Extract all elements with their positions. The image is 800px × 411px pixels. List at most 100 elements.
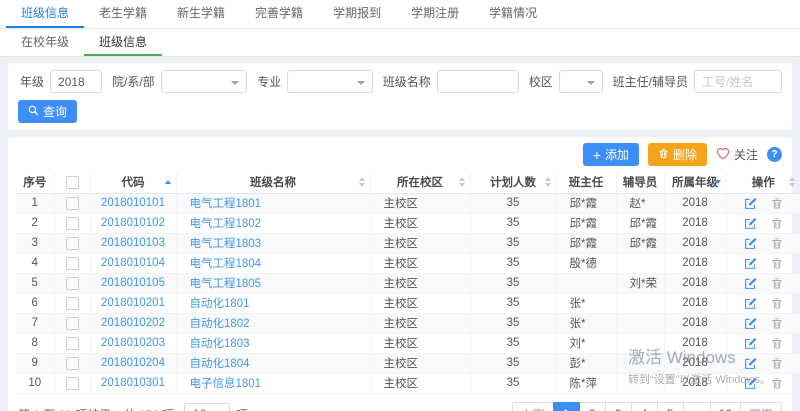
row-code-link[interactable]: 2018010105 xyxy=(101,277,165,289)
row-head-teacher: 殷*德 xyxy=(556,253,616,273)
row-planned-count: 35 xyxy=(470,373,556,393)
row-checkbox[interactable] xyxy=(66,297,79,310)
edit-icon[interactable] xyxy=(744,317,757,330)
follow-button[interactable]: 关注 xyxy=(716,146,758,163)
row-checkbox[interactable] xyxy=(66,237,79,250)
query-button[interactable]: 查询 xyxy=(18,100,77,123)
year-input[interactable] xyxy=(50,70,102,93)
teacher-input[interactable] xyxy=(694,70,782,93)
row-name-link[interactable]: 电子信息1801 xyxy=(190,378,262,390)
row-name-link[interactable]: 自动化1801 xyxy=(190,298,250,310)
edit-icon[interactable] xyxy=(744,197,757,210)
next-page-button[interactable]: 下页 xyxy=(740,402,782,411)
row-checkbox[interactable] xyxy=(66,357,79,370)
delete-row-icon[interactable] xyxy=(771,197,783,210)
edit-icon[interactable] xyxy=(744,257,757,270)
header-campus[interactable]: 所在校区 xyxy=(370,172,470,193)
sort-desc-icon[interactable] xyxy=(715,180,721,184)
row-index: 7 xyxy=(16,313,54,333)
delete-button[interactable]: 删除 xyxy=(648,143,707,166)
header-grade[interactable]: 所属年级 xyxy=(664,172,726,193)
page-button-4[interactable]: 4 xyxy=(631,402,658,411)
row-code-link[interactable]: 2018010301 xyxy=(101,377,165,389)
delete-row-icon[interactable] xyxy=(771,317,783,330)
header-code[interactable]: 代码 xyxy=(90,172,176,193)
delete-row-icon[interactable] xyxy=(771,257,783,270)
edit-icon[interactable] xyxy=(744,357,757,370)
page-button-16[interactable]: 16 xyxy=(710,402,741,411)
row-code-link[interactable]: 2018010201 xyxy=(101,297,165,309)
row-checkbox[interactable] xyxy=(66,197,79,210)
top-tab-new-students[interactable]: 新生学籍 xyxy=(162,0,240,28)
row-name-link[interactable]: 电气工程1804 xyxy=(190,258,262,270)
row-checkbox[interactable] xyxy=(66,257,79,270)
page-button-5[interactable]: 5 xyxy=(657,402,684,411)
top-tab-old-students[interactable]: 老生学籍 xyxy=(84,0,162,28)
sort-both-icon[interactable] xyxy=(789,177,795,187)
sub-tab-grades-on-campus[interactable]: 在校年级 xyxy=(6,29,84,56)
department-select[interactable] xyxy=(161,70,248,93)
major-select[interactable] xyxy=(287,70,372,93)
edit-icon[interactable] xyxy=(744,237,757,250)
delete-row-icon[interactable] xyxy=(771,297,783,310)
row-name-link[interactable]: 自动化1804 xyxy=(190,358,250,370)
page-button-1[interactable]: 1 xyxy=(553,402,580,411)
row-name-link[interactable]: 电气工程1803 xyxy=(190,238,262,250)
row-name-link[interactable]: 自动化1802 xyxy=(190,318,250,330)
row-code-link[interactable]: 2018010104 xyxy=(101,257,165,269)
top-tab-term-report[interactable]: 学期报到 xyxy=(318,0,396,28)
row-checkbox[interactable] xyxy=(66,377,79,390)
row-checkbox[interactable] xyxy=(66,317,79,330)
class-name-input[interactable] xyxy=(437,70,519,93)
row-name-link[interactable]: 电气工程1805 xyxy=(190,278,262,290)
row-code-link[interactable]: 2018010202 xyxy=(101,317,165,329)
top-tab-term-register[interactable]: 学期注册 xyxy=(396,0,474,28)
row-code-link[interactable]: 2018010103 xyxy=(101,237,165,249)
campus-select[interactable] xyxy=(559,70,603,93)
sort-both-icon[interactable] xyxy=(359,177,365,187)
page-ellipsis[interactable]: ... xyxy=(683,402,711,411)
row-checkbox[interactable] xyxy=(66,277,79,290)
top-tab-complete-status[interactable]: 完善学籍 xyxy=(240,0,318,28)
select-all-checkbox[interactable] xyxy=(66,176,79,189)
per-page-select[interactable]: 10 xyxy=(184,403,230,411)
page-button-2[interactable]: 2 xyxy=(579,402,606,411)
edit-icon[interactable] xyxy=(744,297,757,310)
delete-row-icon[interactable] xyxy=(771,357,783,370)
header-class-name[interactable]: 班级名称 xyxy=(176,172,370,193)
row-checkbox[interactable] xyxy=(66,337,79,350)
row-code-link[interactable]: 2018010203 xyxy=(101,337,165,349)
row-checkbox-cell xyxy=(54,233,90,253)
prev-page-button[interactable]: 上页 xyxy=(512,402,554,411)
top-tab-class-info[interactable]: 班级信息 xyxy=(6,0,84,28)
row-campus: 主校区 xyxy=(370,273,470,293)
help-icon[interactable]: ? xyxy=(767,147,782,162)
row-code-link[interactable]: 2018010102 xyxy=(101,217,165,229)
edit-icon[interactable] xyxy=(744,277,757,290)
edit-icon[interactable] xyxy=(744,217,757,230)
row-name-link[interactable]: 电气工程1802 xyxy=(190,218,262,230)
delete-row-icon[interactable] xyxy=(771,337,783,350)
top-tab-status-overview[interactable]: 学籍情况 xyxy=(474,0,552,28)
header-counselor: 辅导员 xyxy=(616,172,664,193)
delete-row-icon[interactable] xyxy=(771,377,783,390)
delete-row-icon[interactable] xyxy=(771,277,783,290)
row-checkbox[interactable] xyxy=(66,217,79,230)
sub-tab-class-info[interactable]: 班级信息 xyxy=(84,29,162,56)
header-actions[interactable]: 操作 xyxy=(726,172,800,193)
add-button[interactable]: + 添加 xyxy=(583,143,639,166)
header-planned-count[interactable]: 计划人数 xyxy=(470,172,556,193)
edit-icon[interactable] xyxy=(744,337,757,350)
row-code-link[interactable]: 2018010204 xyxy=(101,357,165,369)
edit-icon[interactable] xyxy=(744,377,757,390)
row-head-teacher: 彭* xyxy=(556,353,616,373)
page-button-3[interactable]: 3 xyxy=(605,402,632,411)
sort-asc-icon[interactable] xyxy=(165,180,171,184)
sort-both-icon[interactable] xyxy=(545,177,551,187)
row-name-link[interactable]: 电气工程1801 xyxy=(190,198,262,210)
row-code-link[interactable]: 2018010101 xyxy=(101,197,165,209)
delete-row-icon[interactable] xyxy=(771,237,783,250)
row-name-link[interactable]: 自动化1803 xyxy=(190,338,250,350)
delete-row-icon[interactable] xyxy=(771,217,783,230)
sort-both-icon[interactable] xyxy=(459,177,465,187)
